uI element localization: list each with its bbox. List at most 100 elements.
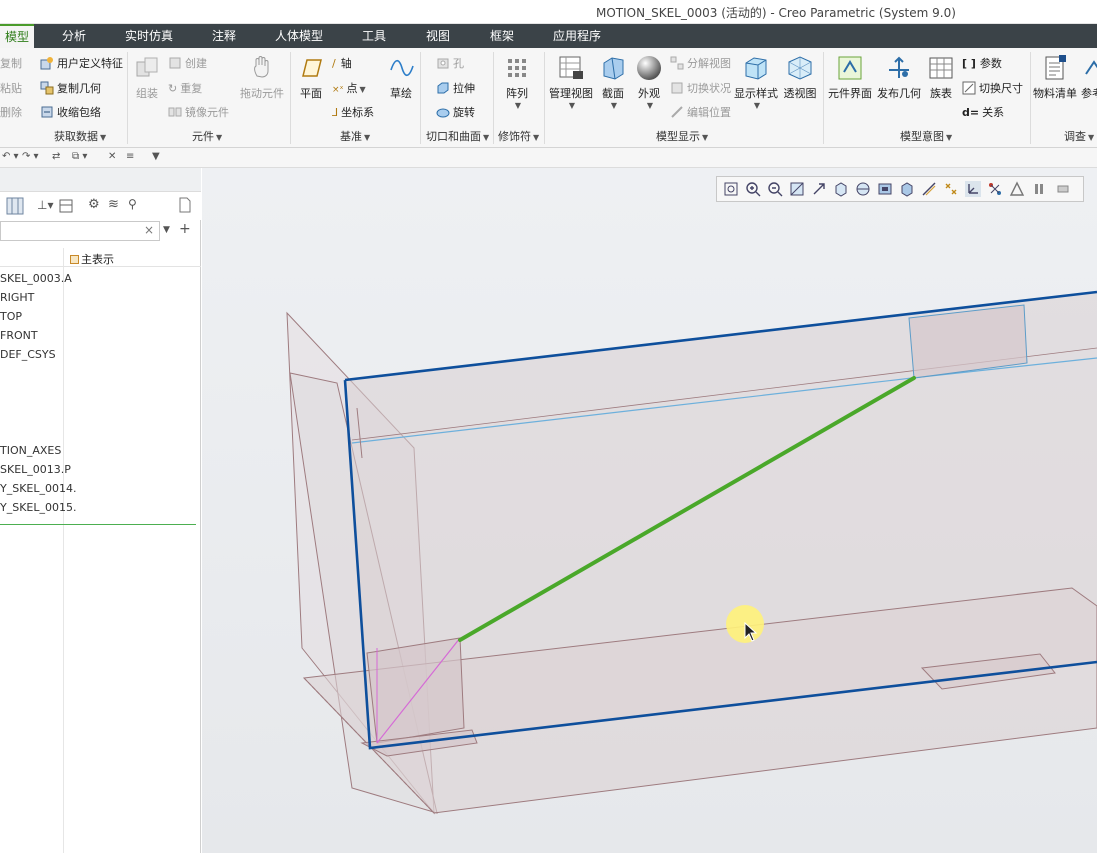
add-filter-icon[interactable]: + <box>179 221 191 237</box>
assemble-button[interactable]: 组装 <box>132 54 162 101</box>
refit-icon[interactable] <box>723 181 739 197</box>
view-manager-icon[interactable] <box>855 181 871 197</box>
spin-center-icon[interactable] <box>811 181 827 197</box>
datum-group-label[interactable]: 基准 ▼ <box>340 128 370 144</box>
copy-button[interactable]: 复制 <box>0 55 22 71</box>
family-table-button[interactable]: 族表 <box>926 54 956 101</box>
extrude-button[interactable]: 拉伸 <box>436 80 475 96</box>
reference-button[interactable]: 参考 <box>1080 54 1097 101</box>
tab-analysis[interactable]: 分析 <box>50 24 98 48</box>
investigate-group-label[interactable]: 调查 ▼ <box>1064 128 1094 144</box>
modifiers-group-label[interactable]: 修饰符 ▼ <box>498 128 539 144</box>
tree-item-skel-0013[interactable]: SKEL_0013.P <box>0 463 71 476</box>
tab-tools[interactable]: 工具 <box>350 24 398 48</box>
settings-gear-icon[interactable]: ⚙ <box>88 197 100 212</box>
plane-button[interactable]: 平面 <box>296 54 326 101</box>
paste-button[interactable]: 粘贴 <box>0 80 22 96</box>
clear-search-icon[interactable]: × <box>144 223 154 237</box>
tab-annotate[interactable]: 注释 <box>200 24 248 48</box>
copy-geometry-button[interactable]: 复制几何 <box>40 80 101 96</box>
toggle-status-button[interactable]: 切换状况 <box>670 80 731 96</box>
hole-button[interactable]: 孔 <box>436 55 464 71</box>
component-group-label[interactable]: 元件 ▼ <box>192 128 222 144</box>
mirror-component-button[interactable]: 镜像元件 <box>168 104 229 120</box>
tab-view[interactable]: 视图 <box>414 24 462 48</box>
customize-qat-icon[interactable]: ▼ <box>152 151 160 162</box>
saved-views-icon[interactable] <box>833 181 849 197</box>
zoom-out-icon[interactable] <box>767 181 783 197</box>
point-button[interactable]: ×ˣ 点 ▼ <box>332 80 366 96</box>
delete-button[interactable]: 删除 <box>0 104 22 120</box>
show-hide-icon[interactable]: ⚲ <box>128 197 137 211</box>
tab-framework[interactable]: 框架 <box>478 24 526 48</box>
close-window-icon[interactable]: ✕ <box>108 151 116 162</box>
tab-realtime-sim[interactable]: 实时仿真 <box>118 24 180 48</box>
publish-geometry-button[interactable]: 发布几何 <box>877 54 921 101</box>
document-icon[interactable] <box>178 197 192 213</box>
tab-applications[interactable]: 应用程序 <box>542 24 612 48</box>
csys-display-icon[interactable] <box>965 181 981 197</box>
drag-component-button[interactable]: 拖动元件 <box>238 54 286 101</box>
pause-icon[interactable] <box>1031 181 1047 197</box>
connection-display-icon[interactable] <box>987 181 1003 197</box>
repaint-icon[interactable] <box>789 181 805 197</box>
parameters-button[interactable]: [ ] 参数 <box>962 55 1002 71</box>
section-button[interactable]: 截面 ▼ <box>598 54 628 110</box>
tree-item-right[interactable]: RIGHT <box>0 291 34 304</box>
layers-stack-icon[interactable]: ≋ <box>108 197 119 212</box>
bom-button[interactable]: 物料清单 <box>1032 54 1078 101</box>
tab-human-model[interactable]: 人体模型 <box>268 24 330 48</box>
model-display-group-label[interactable]: 模型显示 ▼ <box>656 128 708 144</box>
section-toolbar-icon[interactable] <box>899 181 915 197</box>
switch-dimensions-button[interactable]: 切换尺寸 <box>962 80 1023 96</box>
model-intent-group-label[interactable]: 模型意图 ▼ <box>900 128 952 144</box>
edit-position-button[interactable]: 编辑位置 <box>670 104 731 120</box>
revolve-button[interactable]: 旋转 <box>436 104 475 120</box>
annotation-display-icon[interactable] <box>1009 181 1025 197</box>
tree-item-assembly[interactable]: SKEL_0003.A <box>0 272 72 285</box>
csys-button[interactable]: ⅃ 坐标系 <box>332 104 374 120</box>
expand-toolbar-icon[interactable] <box>1055 181 1071 197</box>
redo-icon[interactable]: ↷ ▾ <box>22 151 39 162</box>
graphics-window[interactable] <box>202 168 1097 853</box>
tree-item-front[interactable]: FRONT <box>0 329 38 342</box>
tree-filter-icon[interactable]: ⊥▾ <box>37 198 53 212</box>
regenerate-icon[interactable]: ⇄ <box>52 151 60 162</box>
search-dropdown-icon[interactable]: ▼ <box>163 225 170 235</box>
explode-view-button[interactable]: 分解视图 <box>670 55 731 71</box>
axis-button[interactable]: / 轴 <box>332 55 352 71</box>
shrinkwrap-button[interactable]: 收缩包络 <box>40 104 101 120</box>
udf-button[interactable]: 用户定义特征 <box>40 55 123 71</box>
tree-item-skel-0015[interactable]: Y_SKEL_0015. <box>0 501 76 514</box>
tree-item-motion-axes[interactable]: TION_AXES <box>0 444 61 457</box>
tree-search-input[interactable] <box>0 221 160 241</box>
windows-icon[interactable]: ⧉ ▾ <box>72 151 87 162</box>
layer-icon[interactable] <box>58 198 74 214</box>
zoom-in-icon[interactable] <box>745 181 761 197</box>
display-style-button[interactable]: 显示样式 ▼ <box>734 54 778 110</box>
point-display-icon[interactable] <box>943 181 959 197</box>
repeat-button[interactable]: ↻ 重复 <box>168 80 202 96</box>
get-data-group-label[interactable]: 获取数据 ▼ <box>54 128 106 144</box>
tree-item-skel-0014[interactable]: Y_SKEL_0014. <box>0 482 76 495</box>
tab-model[interactable]: 模型 <box>0 24 34 48</box>
column-header[interactable]: 主表示 <box>70 251 114 267</box>
appearance-button[interactable]: 外观 ▼ <box>634 54 664 110</box>
display-style-toolbar-icon[interactable] <box>877 181 893 197</box>
tree-item-top[interactable]: TOP <box>0 310 22 323</box>
pattern-button[interactable]: 阵列 ▼ <box>502 54 532 110</box>
create-button[interactable]: 创建 <box>168 55 207 71</box>
manage-views-button[interactable]: 管理视图 ▼ <box>548 54 594 110</box>
tree-item-def-csys[interactable]: DEF_CSYS <box>0 348 56 361</box>
bottom-block[interactable] <box>366 637 465 744</box>
insert-here-marker[interactable] <box>0 524 196 525</box>
datum-display-icon[interactable] <box>921 181 937 197</box>
component-interface-button[interactable]: 元件界面 <box>827 54 873 101</box>
more-icon[interactable]: ≡ <box>126 151 134 162</box>
model-viewport[interactable] <box>202 168 1097 853</box>
sketch-button[interactable]: 草绘 <box>388 54 414 101</box>
tree-columns-icon[interactable] <box>6 197 24 215</box>
undo-icon[interactable]: ↶ ▾ <box>2 151 19 162</box>
cut-surface-group-label[interactable]: 切口和曲面 ▼ <box>426 128 489 144</box>
perspective-button[interactable]: 透视图 <box>782 54 818 101</box>
